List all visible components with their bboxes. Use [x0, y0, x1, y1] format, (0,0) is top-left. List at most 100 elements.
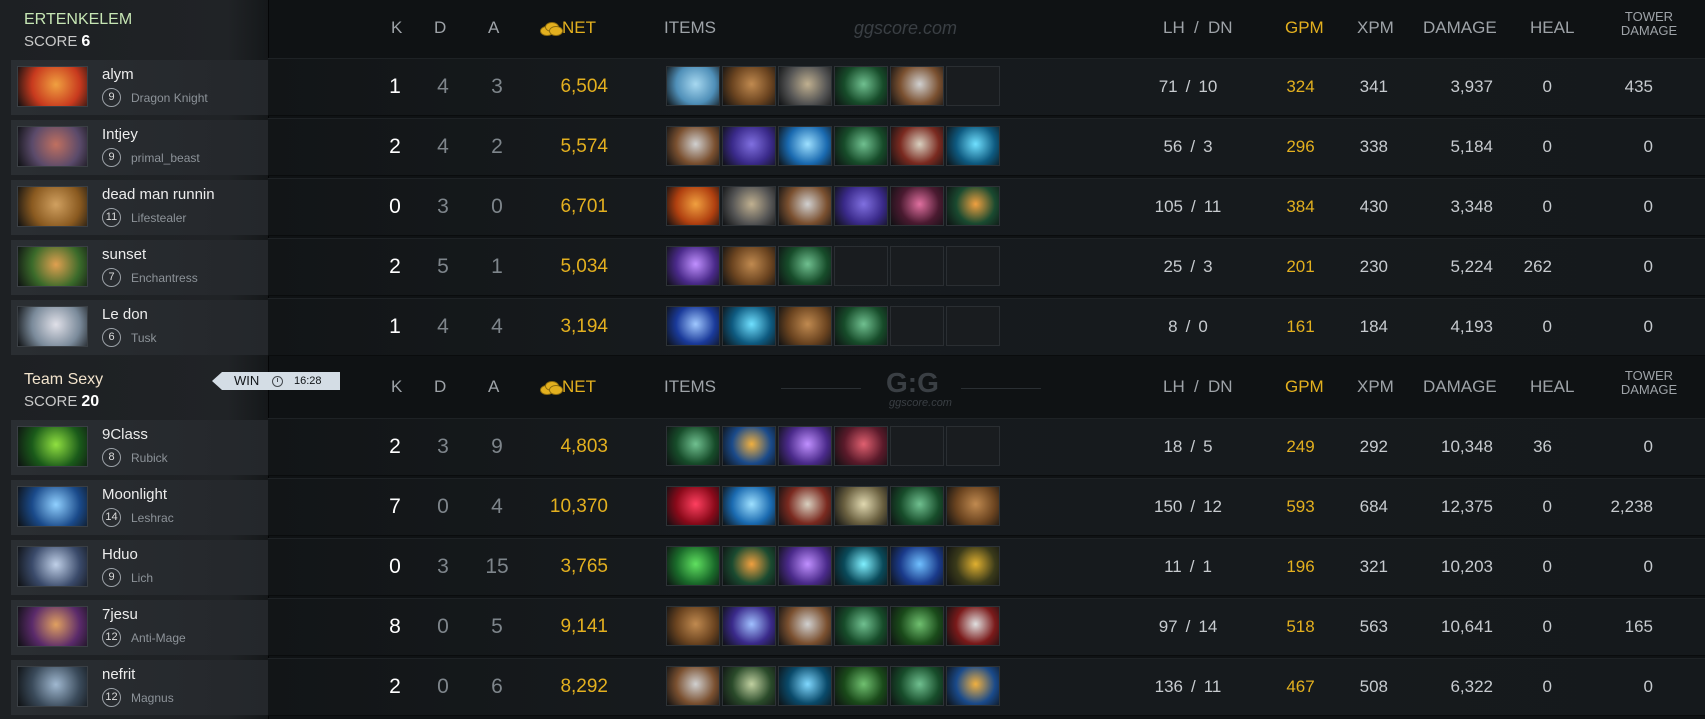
hero-portrait[interactable] [17, 606, 88, 647]
orb-icon[interactable] [778, 426, 832, 466]
player-name[interactable]: sunset [102, 246, 146, 263]
bottle-icon[interactable] [722, 426, 776, 466]
empty-item-slot[interactable] [946, 66, 1000, 106]
branch-icon[interactable] [890, 486, 944, 526]
player-card[interactable]: 9Class 8 Rubick [11, 420, 268, 475]
mask-icon[interactable] [890, 186, 944, 226]
player-name[interactable]: dead man runnin [102, 186, 215, 203]
blade-icon[interactable] [722, 546, 776, 586]
hero-portrait[interactable] [17, 246, 88, 287]
blade-mail-icon[interactable] [778, 666, 832, 706]
orb-icon[interactable] [666, 246, 720, 286]
hero-portrait[interactable] [17, 666, 88, 707]
empty-item-slot[interactable] [890, 306, 944, 346]
drop-icon[interactable] [834, 546, 888, 586]
battle-axe-icon[interactable] [778, 486, 832, 526]
player-card[interactable]: Le don 6 Tusk [11, 300, 268, 355]
player-card[interactable]: Moonlight 14 Leshrac [11, 480, 268, 535]
empty-item-slot[interactable] [946, 246, 1000, 286]
player-card[interactable]: 7jesu 12 Anti-Mage [11, 600, 268, 655]
player-card[interactable]: sunset 7 Enchantress [11, 240, 268, 295]
denies: 0 [1198, 317, 1208, 336]
shield-icon[interactable] [946, 606, 1000, 646]
axe-icon[interactable] [778, 606, 832, 646]
player-name[interactable]: 9Class [102, 426, 148, 443]
healing: 0 [1542, 137, 1552, 156]
boots-icon[interactable] [722, 66, 776, 106]
armlet-icon[interactable] [666, 186, 720, 226]
tranquil-boots-icon[interactable] [666, 546, 720, 586]
hero-portrait[interactable] [17, 486, 88, 527]
hero-portrait[interactable] [17, 66, 88, 107]
gem-icon[interactable] [778, 126, 832, 166]
player-card[interactable]: Hduo 9 Lich [11, 540, 268, 595]
crystal-icon[interactable] [666, 486, 720, 526]
player-name[interactable]: 7jesu [102, 606, 138, 623]
branch-icon[interactable] [890, 666, 944, 706]
player-name[interactable]: Le don [102, 306, 148, 323]
gold-per-minute: 201 [1286, 257, 1315, 276]
player-name[interactable]: alym [102, 66, 134, 83]
empty-item-slot[interactable] [890, 426, 944, 466]
cloak-icon[interactable] [722, 126, 776, 166]
player-name[interactable]: Moonlight [102, 486, 167, 503]
axe-icon[interactable] [666, 126, 720, 166]
cloak-icon[interactable] [834, 186, 888, 226]
battle-axe-icon[interactable] [890, 126, 944, 166]
hero-portrait[interactable] [17, 186, 88, 227]
gem-icon[interactable] [722, 486, 776, 526]
branch-icon[interactable] [834, 606, 888, 646]
axe-icon[interactable] [666, 666, 720, 706]
player-card[interactable]: Intjey 9 primal_beast [11, 120, 268, 175]
empty-item-slot[interactable] [834, 246, 888, 286]
empty-item-slot[interactable] [946, 306, 1000, 346]
empty-item-slot[interactable] [946, 426, 1000, 466]
hero-portrait[interactable] [17, 426, 88, 467]
gold-per-minute: 196 [1286, 557, 1315, 576]
axe-icon[interactable] [778, 186, 832, 226]
spear-icon[interactable] [722, 666, 776, 706]
hero-level-badge: 9 [102, 148, 121, 167]
player-card[interactable]: nefrit 12 Magnus [11, 660, 268, 715]
hero-portrait[interactable] [17, 306, 88, 347]
helm-icon[interactable] [834, 426, 888, 466]
player-name[interactable]: Hduo [102, 546, 138, 563]
branch-icon[interactable] [778, 246, 832, 286]
potion-icon[interactable] [666, 306, 720, 346]
wraith-icon[interactable] [834, 666, 888, 706]
boots-icon[interactable] [946, 486, 1000, 526]
player-name[interactable]: Intjey [102, 126, 138, 143]
header-last-hits: LH [1163, 18, 1185, 37]
bottle-icon[interactable] [946, 666, 1000, 706]
boots-icon[interactable] [722, 246, 776, 286]
healing: 0 [1542, 617, 1552, 636]
wave-icon[interactable] [722, 306, 776, 346]
branch-icon[interactable] [666, 426, 720, 466]
kills: 2 [389, 435, 401, 458]
branch-icon[interactable] [834, 306, 888, 346]
gauntlet-icon[interactable] [778, 66, 832, 106]
wraith-icon[interactable] [890, 606, 944, 646]
hammer-icon[interactable] [666, 66, 720, 106]
boots-icon[interactable] [666, 606, 720, 646]
boots-icon[interactable] [778, 306, 832, 346]
gauntlet-icon[interactable] [722, 186, 776, 226]
axe-icon[interactable] [890, 66, 944, 106]
branch-icon[interactable] [834, 126, 888, 166]
blade-icon[interactable] [946, 186, 1000, 226]
skull-icon[interactable] [890, 546, 944, 586]
wave-icon[interactable] [946, 126, 1000, 166]
hero-portrait[interactable] [17, 126, 88, 167]
player-card[interactable]: alym 9 Dragon Knight [11, 60, 268, 115]
player-card[interactable]: dead man runnin 11 Lifestealer [11, 180, 268, 235]
orb-icon[interactable] [778, 546, 832, 586]
scimitar-icon[interactable] [722, 606, 776, 646]
hero-portrait[interactable] [17, 546, 88, 587]
claw-icon[interactable] [946, 546, 1000, 586]
branch-icon[interactable] [834, 66, 888, 106]
mushroom-icon[interactable] [834, 486, 888, 526]
assists: 1 [491, 255, 503, 278]
player-name[interactable]: nefrit [102, 666, 135, 683]
player-stats-row: 1 4 3 6,504 71 / 10 324 341 3,937 0 435 [268, 58, 1705, 116]
empty-item-slot[interactable] [890, 246, 944, 286]
